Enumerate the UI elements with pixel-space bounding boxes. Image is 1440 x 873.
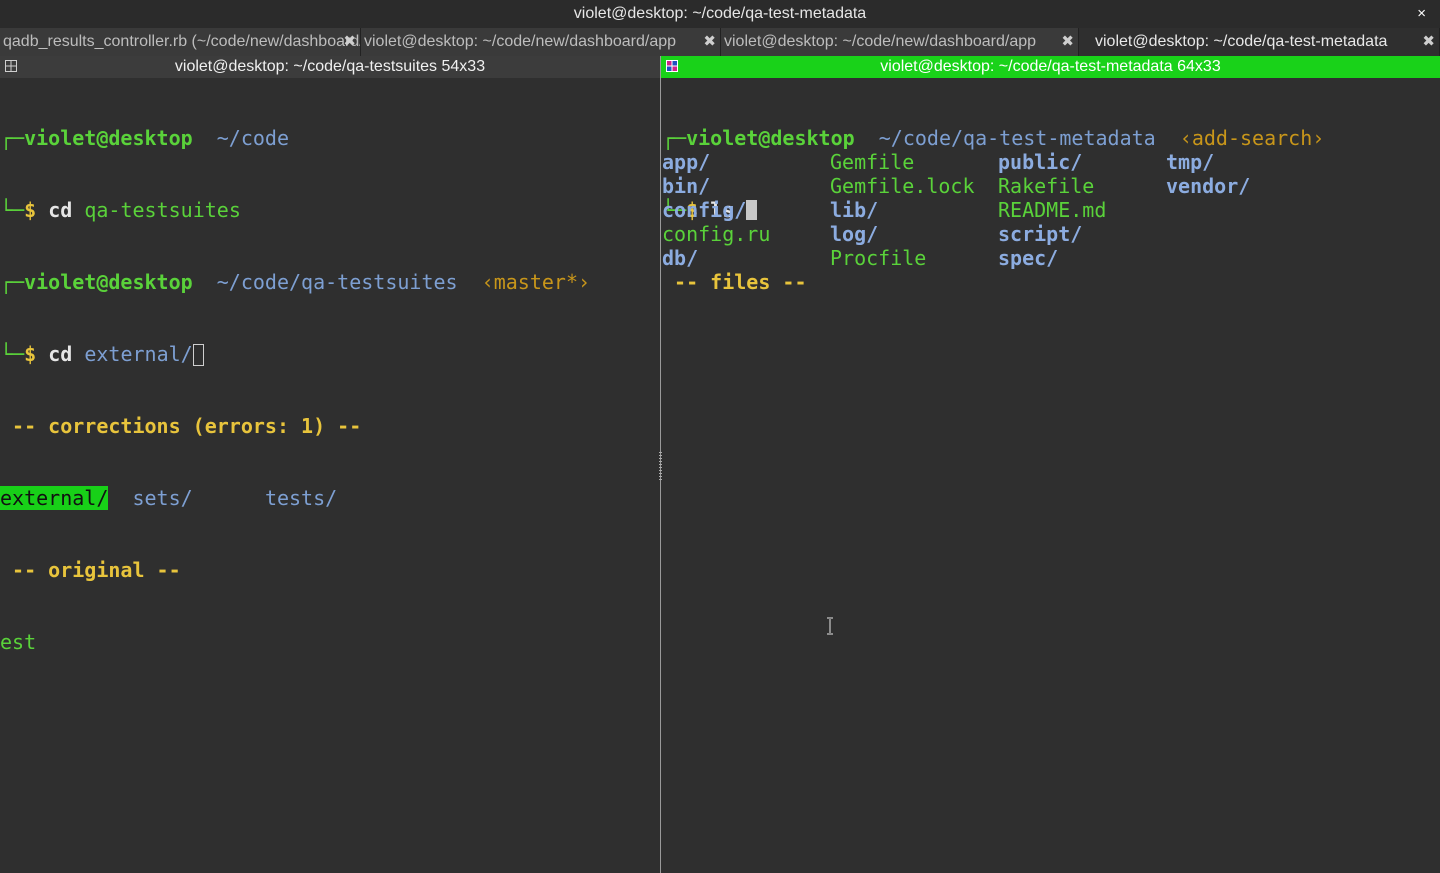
tab-label: violet@desktop: ~/code/new/dashboard/app [724, 33, 1037, 50]
file-item[interactable]: bin/ [662, 174, 710, 198]
file-item[interactable]: config.ru [662, 222, 770, 246]
tab-close-icon[interactable]: ✖ [703, 28, 716, 56]
tab-bar: qadb_results_controller.rb (~/code/new/d… [0, 28, 1440, 56]
command: cd [48, 342, 73, 366]
file-item[interactable]: README.md [998, 198, 1106, 222]
window-title: violet@desktop: ~/code/qa-test-metadata [573, 5, 867, 22]
git-branch: ‹master*› [481, 270, 591, 294]
file-listing: app/ Gemfile public/ tmp/ bin/ Gemfile.l… [662, 150, 1440, 726]
tab-dashboard-app-2[interactable]: violet@desktop: ~/code/new/dashboard/app… [721, 28, 1079, 56]
pane-layout-icon[interactable] [5, 60, 17, 72]
correction-item-selected[interactable]: external/ [0, 486, 109, 510]
right-pane-title[interactable]: violet@desktop: ~/code/qa-test-metadata … [661, 56, 1440, 78]
mouse-ibeam-icon [827, 617, 833, 635]
file-item[interactable]: Gemfile [830, 150, 914, 174]
prompt-user: violet@desktop [24, 270, 193, 294]
tab-dashboard-app-1[interactable]: violet@desktop: ~/code/new/dashboard/app… [361, 28, 721, 56]
prompt-line: ┌─violet@desktop ~/code/qa-test-metadata… [662, 126, 1325, 150]
file-item[interactable]: config/ [662, 198, 746, 222]
original-header: -- original -- [0, 558, 181, 582]
file-item[interactable]: vendor/ [1166, 174, 1250, 198]
command-arg: qa-testsuites [84, 198, 241, 222]
file-item[interactable]: public/ [998, 150, 1082, 174]
corrections-header: -- corrections (errors: 1) -- [0, 414, 362, 438]
command-line: └─$ cd qa-testsuites [0, 198, 241, 222]
prompt-line: ┌─violet@desktop ~/code/qa-testsuites ‹m… [0, 270, 591, 294]
tab-qa-test-metadata[interactable]: violet@desktop: ~/code/qa-test-metadata … [1079, 28, 1440, 56]
command-line[interactable]: └─$ cd external/ [0, 342, 658, 366]
file-item[interactable]: Procfile [830, 246, 926, 270]
file-item[interactable]: app/ [662, 150, 710, 174]
prompt-path: ~/code/qa-test-metadata [878, 126, 1156, 150]
right-pane-title-text: violet@desktop: ~/code/qa-test-metadata … [880, 58, 1221, 75]
command-arg: external/ [84, 342, 193, 366]
right-terminal[interactable]: ┌─violet@desktop ~/code/qa-test-metadata… [662, 78, 1440, 342]
file-item[interactable]: lib/ [830, 198, 878, 222]
file-item[interactable]: Gemfile.lock [830, 174, 975, 198]
tab-label: violet@desktop: ~/code/new/dashboard/app [364, 33, 677, 50]
left-pane-title[interactable]: violet@desktop: ~/code/qa-testsuites 54x… [0, 56, 660, 78]
file-item[interactable]: tmp/ [1166, 150, 1214, 174]
file-item[interactable]: spec/ [998, 246, 1058, 270]
tab-label: violet@desktop: ~/code/qa-test-metadata [1095, 33, 1388, 50]
tab-close-icon[interactable]: ✖ [1061, 28, 1074, 56]
prompt-path: ~/code [216, 126, 290, 150]
tab-close-icon[interactable]: ✖ [1422, 28, 1435, 56]
window-close-button[interactable]: × [1417, 0, 1426, 28]
command: cd [48, 198, 73, 222]
file-item[interactable]: Rakefile [998, 174, 1094, 198]
tab-close-icon[interactable]: ✖ [343, 28, 356, 56]
prompt-line: ┌─violet@desktop ~/code [0, 126, 290, 150]
left-terminal[interactable]: ┌─violet@desktop ~/code └─$ cd qa-testsu… [0, 78, 658, 678]
correction-item[interactable]: sets/ [132, 486, 192, 510]
left-pane-title-text: violet@desktop: ~/code/qa-testsuites 54x… [174, 58, 486, 75]
window-titlebar: violet@desktop: ~/code/qa-test-metadata … [0, 0, 1440, 28]
tab-qadb-results-controller[interactable]: qadb_results_controller.rb (~/code/new/d… [0, 28, 361, 56]
tab-label: qadb_results_controller.rb (~/code/new/d… [3, 33, 361, 50]
pane-layout-icon[interactable] [666, 60, 678, 72]
correction-item[interactable]: tests/ [265, 486, 337, 510]
prompt-user: violet@desktop [24, 126, 193, 150]
corrections-list: external/ sets/ tests/ [0, 486, 658, 510]
file-item[interactable]: db/ [662, 246, 698, 270]
file-item[interactable]: log/ [830, 222, 878, 246]
prompt-path: ~/code/qa-testsuites [216, 270, 458, 294]
original-item[interactable]: est [0, 630, 658, 654]
file-item[interactable]: script/ [998, 222, 1082, 246]
text-cursor [192, 344, 204, 366]
git-branch: ‹add-search› [1179, 126, 1325, 150]
prompt-user: violet@desktop [686, 126, 855, 150]
